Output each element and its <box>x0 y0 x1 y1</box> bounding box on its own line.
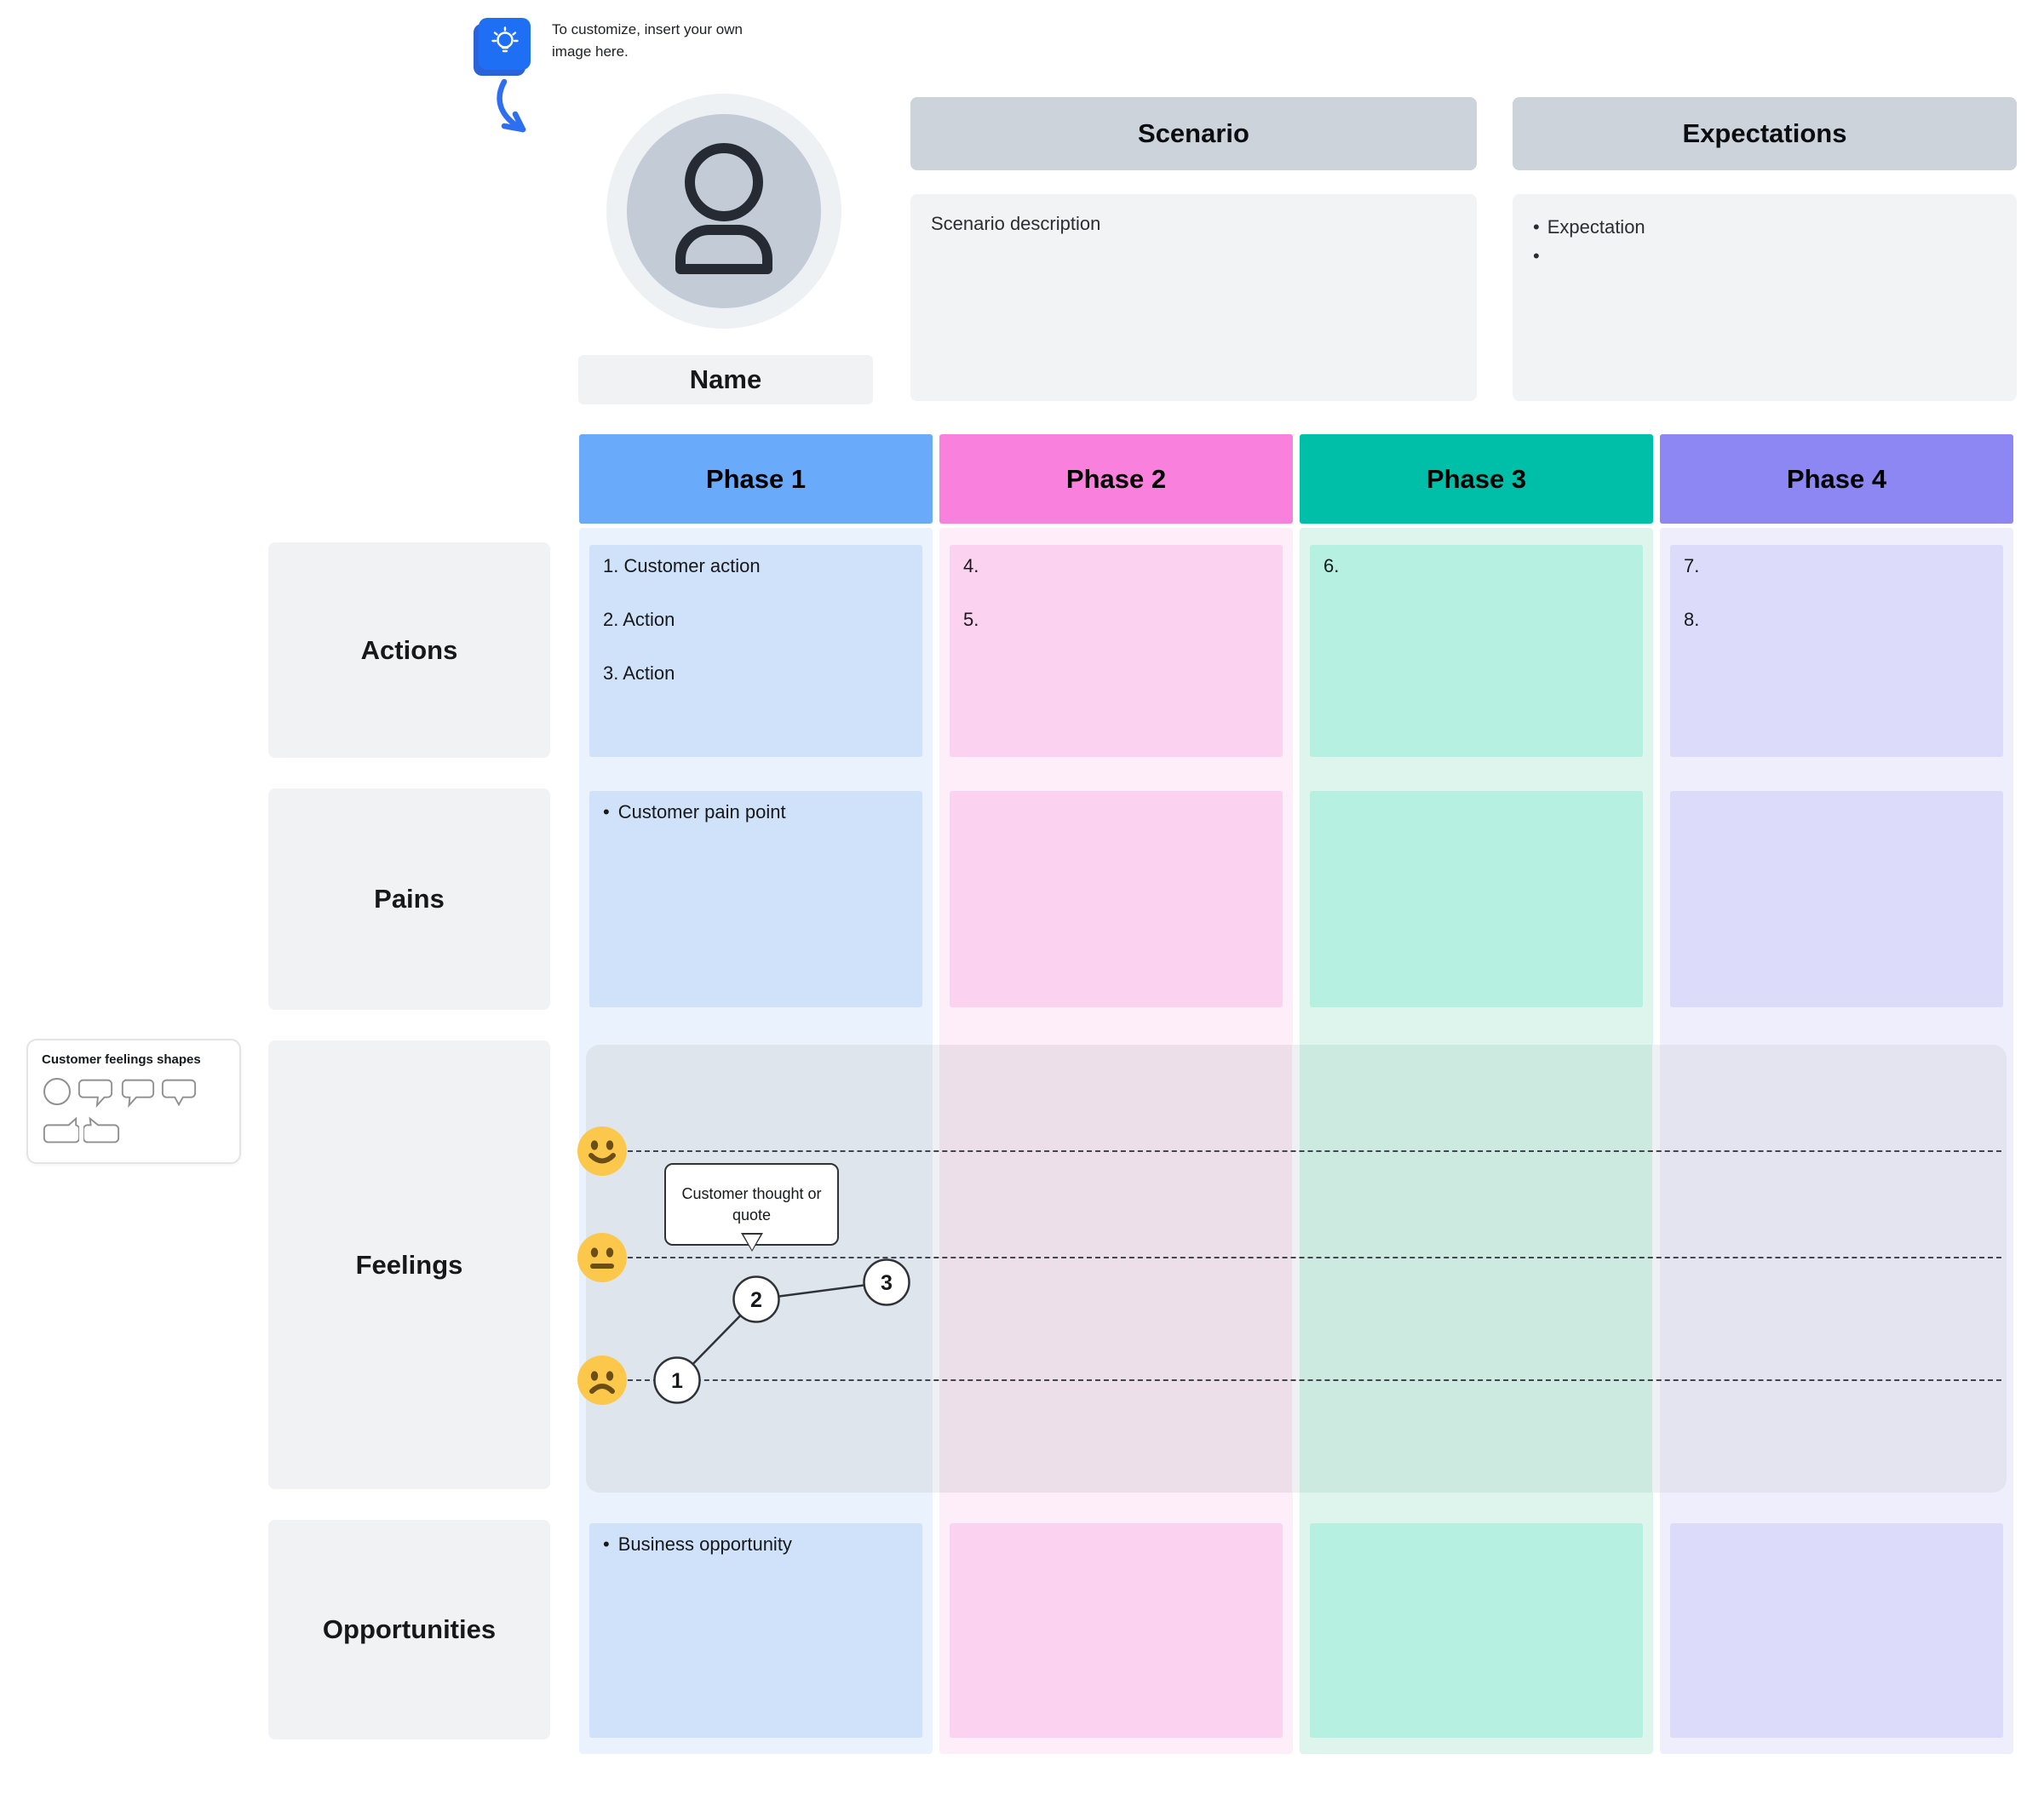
customize-hint-text: To customize, insert your own image here… <box>552 19 765 62</box>
action-item: 3. Action <box>603 662 909 685</box>
pains-cell-phase1[interactable]: Customer pain point <box>589 791 922 1007</box>
lightbulb-icon <box>488 25 522 63</box>
circle-shape-icon[interactable] <box>42 1075 72 1112</box>
customize-hint-tile[interactable] <box>479 18 531 70</box>
opportunities-cell-phase4[interactable] <box>1670 1523 2003 1738</box>
journey-point-label: 2 <box>750 1288 762 1312</box>
row-label-actions[interactable]: Actions <box>268 542 550 758</box>
avatar-placeholder <box>627 114 821 308</box>
actions-cell-phase3[interactable]: 6. <box>1310 545 1643 757</box>
journey-point-label: 1 <box>671 1369 683 1393</box>
expectation-item <box>1533 242 1996 271</box>
curved-arrow-icon <box>491 78 538 142</box>
opportunity-item: Business opportunity <box>603 1533 909 1556</box>
scenario-description-box[interactable]: Scenario description <box>910 194 1477 401</box>
opportunities-cell-phase3[interactable] <box>1310 1523 1643 1738</box>
action-item: 1. Customer action <box>603 555 909 577</box>
person-icon <box>627 112 821 311</box>
action-item: 2. Action <box>603 609 909 631</box>
action-item: 5. <box>963 609 1269 631</box>
opportunities-cell-phase1[interactable]: Business opportunity <box>589 1523 922 1738</box>
phase3-header[interactable]: Phase 3 <box>1300 434 1653 524</box>
row-label-feelings[interactable]: Feelings <box>268 1040 550 1489</box>
customer-quote-text: Customer thought or quote <box>675 1184 829 1225</box>
journey-point-label: 3 <box>881 1271 893 1295</box>
speech-bubble-tail-right-icon[interactable] <box>77 1075 114 1112</box>
row-label-opportunities[interactable]: Opportunities <box>268 1520 550 1740</box>
phase2-header[interactable]: Phase 2 <box>939 434 1293 524</box>
scenario-description-text: Scenario description <box>931 213 1100 234</box>
scenario-header[interactable]: Scenario <box>910 97 1477 170</box>
pains-cell-phase3[interactable] <box>1310 791 1643 1007</box>
feelings-panel-title: Customer feelings shapes <box>42 1052 226 1067</box>
phase4-header[interactable]: Phase 4 <box>1660 434 2013 524</box>
pains-cell-phase4[interactable] <box>1670 791 2003 1007</box>
expectations-header[interactable]: Expectations <box>1513 97 2017 170</box>
opportunities-cell-phase2[interactable] <box>950 1523 1283 1738</box>
feelings-journey-line: 1 2 3 <box>586 1045 2007 1497</box>
expectations-box[interactable]: Expectation <box>1513 194 2017 401</box>
avatar[interactable] <box>606 94 841 329</box>
action-item: 4. <box>963 555 1269 577</box>
actions-cell-phase4[interactable]: 7. 8. <box>1670 545 2003 757</box>
row-label-pains[interactable]: Pains <box>268 788 550 1010</box>
phase1-header[interactable]: Phase 1 <box>579 434 933 524</box>
scenario-header-label: Scenario <box>1138 118 1249 149</box>
action-item: 7. <box>1684 555 1989 577</box>
actions-cell-phase1[interactable]: 1. Customer action 2. Action 3. Action <box>589 545 922 757</box>
pains-cell-phase2[interactable] <box>950 791 1283 1007</box>
customer-feelings-shapes-panel: Customer feelings shapes <box>26 1039 241 1164</box>
persona-name-box[interactable]: Name <box>578 355 873 404</box>
callout-tail-top-right-icon[interactable] <box>42 1116 79 1153</box>
callout-tail-top-left-icon[interactable] <box>83 1116 121 1153</box>
expectations-header-label: Expectations <box>1683 118 1847 149</box>
actions-cell-phase2[interactable]: 4. 5. <box>950 545 1283 757</box>
customer-quote-bubble[interactable]: Customer thought or quote <box>664 1163 839 1246</box>
action-item: 8. <box>1684 609 1989 631</box>
speech-bubble-tail-left-icon[interactable] <box>118 1075 156 1112</box>
persona-name-label: Name <box>690 364 761 395</box>
speech-bubble-tail-center-icon[interactable] <box>160 1075 198 1112</box>
expectation-item: Expectation <box>1533 213 1996 242</box>
action-item: 6. <box>1323 555 1629 577</box>
pain-item: Customer pain point <box>603 801 909 823</box>
